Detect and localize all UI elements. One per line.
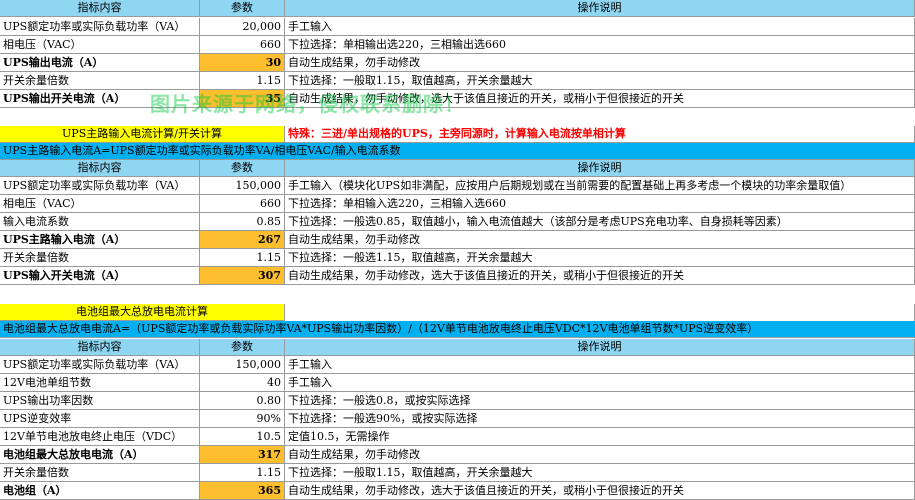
row-value[interactable]: 267 <box>200 231 285 249</box>
row-label[interactable]: 电池组（A） <box>0 482 200 500</box>
row-label[interactable]: 开关余量倍数 <box>0 72 200 90</box>
row-note[interactable]: 手工输入（模块化UPS如非满配，应按用户后期规划或在当前需要的配置基础上再多考虑… <box>285 177 915 195</box>
row-value[interactable]: 90% <box>200 410 285 428</box>
row-note[interactable]: 自动生成结果，勿手动修改 <box>285 231 915 249</box>
row-value[interactable]: 1.15 <box>200 72 285 90</box>
section2-formula[interactable]: UPS主路输入电流A=UPS额定功率或实际负载功率VA/相电压VAC/输入电流系… <box>0 143 915 160</box>
row-note[interactable]: 下拉选择：一般取1.15，取值越高，开关余量越大 <box>285 464 915 482</box>
section2-title[interactable]: UPS主路输入电流计算/开关计算 <box>0 126 285 143</box>
row-value[interactable]: 0.85 <box>200 213 285 231</box>
row-note[interactable]: 自动生成结果，勿手动修改 <box>285 446 915 464</box>
header-indicator[interactable]: 指标内容 <box>0 339 200 356</box>
row-label[interactable]: UPS额定功率或实际负载功率（VA） <box>0 18 200 36</box>
row-label[interactable]: UPS输出功率因数 <box>0 392 200 410</box>
row-note[interactable]: 下拉选择：单相输出选220，三相输出选660 <box>285 36 915 54</box>
section2-formula-row: UPS主路输入电流A=UPS额定功率或实际负载功率VA/相电压VAC/输入电流系… <box>0 143 915 160</box>
row-label[interactable]: 开关余量倍数 <box>0 249 200 267</box>
row-value[interactable]: 1.15 <box>200 249 285 267</box>
table-row: UPS输出开关电流（A） 35 自动生成结果，勿手动修改，选大于该值且接近的开关，或… <box>0 90 915 108</box>
section2-title-row: UPS主路输入电流计算/开关计算 特殊：三进/单出规格的UPS，主旁同源时，计算… <box>0 126 915 143</box>
row-value[interactable]: 10.5 <box>200 428 285 446</box>
section3-formula-row: 电池组最大总放电电流A=（UPS额定功率或负载实际功率VA*UPS输出功率因数）… <box>0 321 915 338</box>
row-label[interactable]: 相电压（VAC） <box>0 36 200 54</box>
section3-formula[interactable]: 电池组最大总放电电流A=（UPS额定功率或负载实际功率VA*UPS输出功率因数）… <box>0 321 915 338</box>
row-value[interactable]: 317 <box>200 446 285 464</box>
table-row: 相电压（VAC） 660 下拉选择：单相输出选220，三相输出选660 <box>0 36 915 54</box>
table-row: 12V单节电池放电终止电压（VDC） 10.5 定值10.5，无需操作 <box>0 428 915 446</box>
table-row: UPS输出电流（A） 30 自动生成结果，勿手动修改 <box>0 54 915 72</box>
header-row: 指标内容 参数 操作说明 <box>0 0 915 17</box>
row-note[interactable]: 手工输入 <box>285 18 915 36</box>
table-row: 输入电流系数 0.85 下拉选择：一般选0.85，取值越小，输入电流值越大（该部分是… <box>0 213 915 231</box>
spreadsheet: 指标内容 参数 操作说明 UPS额定功率或实际负载功率（VA） 20,000 手工输… <box>0 0 915 500</box>
header-parameter[interactable]: 参数 <box>200 339 285 356</box>
row-note[interactable]: 手工输入 <box>285 374 915 392</box>
row-note[interactable]: 下拉选择：单相输入选220，三相输入选660 <box>285 195 915 213</box>
table-row: 开关余量倍数 1.15 下拉选择：一般取1.15，取值越高，开关余量越大 <box>0 72 915 90</box>
row-label[interactable]: 相电压（VAC） <box>0 195 200 213</box>
row-value[interactable]: 150,000 <box>200 177 285 195</box>
header-parameter[interactable]: 参数 <box>200 0 285 17</box>
table-row: UPS额定功率或实际负载功率（VA） 150,000 手工输入 <box>0 356 915 374</box>
table-row: UPS输入开关电流（A） 307 自动生成结果，勿手动修改，选大于该值且接近的开关，… <box>0 267 915 285</box>
header-row: 指标内容 参数 操作说明 <box>0 339 915 356</box>
row-value[interactable]: 660 <box>200 36 285 54</box>
row-label[interactable]: 12V单节电池放电终止电压（VDC） <box>0 428 200 446</box>
row-note[interactable]: 下拉选择：一般选1.15，取值越高，开关余量越大 <box>285 249 915 267</box>
row-value[interactable]: 40 <box>200 374 285 392</box>
row-value[interactable]: 150,000 <box>200 356 285 374</box>
table-row: 相电压（VAC） 660 下拉选择：单相输入选220，三相输入选660 <box>0 195 915 213</box>
row-note[interactable]: 下拉选择：一般选90%，或按实际选择 <box>285 410 915 428</box>
row-label[interactable]: 12V电池单组节数 <box>0 374 200 392</box>
header-parameter[interactable]: 参数 <box>200 160 285 177</box>
row-note[interactable]: 下拉选择：一般选0.85，取值越小，输入电流值越大（该部分是考虑UPS充电功率、… <box>285 213 915 231</box>
row-label[interactable]: 输入电流系数 <box>0 213 200 231</box>
table-row: UPS逆变效率 90% 下拉选择：一般选90%，或按实际选择 <box>0 410 915 428</box>
row-note[interactable]: 自动生成结果，勿手动修改，选大于该值且接近的开关，或稍小于但很接近的开关 <box>285 267 915 285</box>
row-value[interactable]: 660 <box>200 195 285 213</box>
row-note[interactable]: 手工输入 <box>285 356 915 374</box>
row-value[interactable]: 30 <box>200 54 285 72</box>
row-label[interactable]: UPS输入开关电流（A） <box>0 267 200 285</box>
row-value[interactable]: 35 <box>200 90 285 108</box>
row-note[interactable]: 自动生成结果，勿手动修改，选大于该值且接近的开关，或稍小于但很接近的开关 <box>285 90 915 108</box>
header-row: 指标内容 参数 操作说明 <box>0 160 915 177</box>
header-instruction[interactable]: 操作说明 <box>285 339 915 356</box>
header-indicator[interactable]: 指标内容 <box>0 160 200 177</box>
section3-title[interactable]: 电池组最大总放电电流计算 <box>0 304 285 321</box>
section2-special-note[interactable]: 特殊：三进/单出规格的UPS，主旁同源时，计算输入电流按单相计算 <box>285 126 915 143</box>
table-row: UPS额定功率或实际负载功率（VA） 20,000 手工输入 <box>0 18 915 36</box>
row-note[interactable]: 自动生成结果，勿手动修改 <box>285 54 915 72</box>
row-note[interactable]: 自动生成结果，勿手动修改，选大于该值且接近的开关，或稍小于但很接近的开关 <box>285 482 915 500</box>
table-row: 开关余量倍数 1.15 下拉选择：一般选1.15，取值越高，开关余量越大 <box>0 249 915 267</box>
table-row: 电池组（A） 365 自动生成结果，勿手动修改，选大于该值且接近的开关，或稍小于但很… <box>0 482 915 500</box>
table-row: 12V电池单组节数 40 手工输入 <box>0 374 915 392</box>
row-value[interactable]: 365 <box>200 482 285 500</box>
row-value[interactable]: 0.80 <box>200 392 285 410</box>
row-label[interactable]: 电池组最大总放电电流（A） <box>0 446 200 464</box>
section3-title-row: 电池组最大总放电电流计算 <box>0 304 915 321</box>
table-row: UPS输出功率因数 0.80 下拉选择：一般选0.8，或按实际选择 <box>0 392 915 410</box>
row-label[interactable]: UPS输出电流（A） <box>0 54 200 72</box>
table-row: 电池组最大总放电电流（A） 317 自动生成结果，勿手动修改 <box>0 446 915 464</box>
row-note[interactable]: 下拉选择：一般选0.8，或按实际选择 <box>285 392 915 410</box>
table-row: UPS主路输入电流（A） 267 自动生成结果，勿手动修改 <box>0 231 915 249</box>
header-instruction[interactable]: 操作说明 <box>285 160 915 177</box>
table-row: 开关余量倍数 1.15 下拉选择：一般取1.15，取值越高，开关余量越大 <box>0 464 915 482</box>
row-note[interactable]: 下拉选择：一般取1.15，取值越高，开关余量越大 <box>285 72 915 90</box>
header-indicator[interactable]: 指标内容 <box>0 0 200 17</box>
row-label[interactable]: UPS主路输入电流（A） <box>0 231 200 249</box>
row-note[interactable]: 定值10.5，无需操作 <box>285 428 915 446</box>
row-value[interactable]: 1.15 <box>200 464 285 482</box>
table-row: UPS额定功率或实际负载功率（VA） 150,000 手工输入（模块化UPS如非满配… <box>0 177 915 195</box>
row-value[interactable]: 20,000 <box>200 18 285 36</box>
section3-empty-cell[interactable] <box>285 304 915 321</box>
row-label[interactable]: UPS输出开关电流（A） <box>0 90 200 108</box>
row-label[interactable]: 开关余量倍数 <box>0 464 200 482</box>
row-label[interactable]: UPS逆变效率 <box>0 410 200 428</box>
row-label[interactable]: UPS额定功率或实际负载功率（VA） <box>0 356 200 374</box>
row-value[interactable]: 307 <box>200 267 285 285</box>
row-label[interactable]: UPS额定功率或实际负载功率（VA） <box>0 177 200 195</box>
header-instruction[interactable]: 操作说明 <box>285 0 915 17</box>
